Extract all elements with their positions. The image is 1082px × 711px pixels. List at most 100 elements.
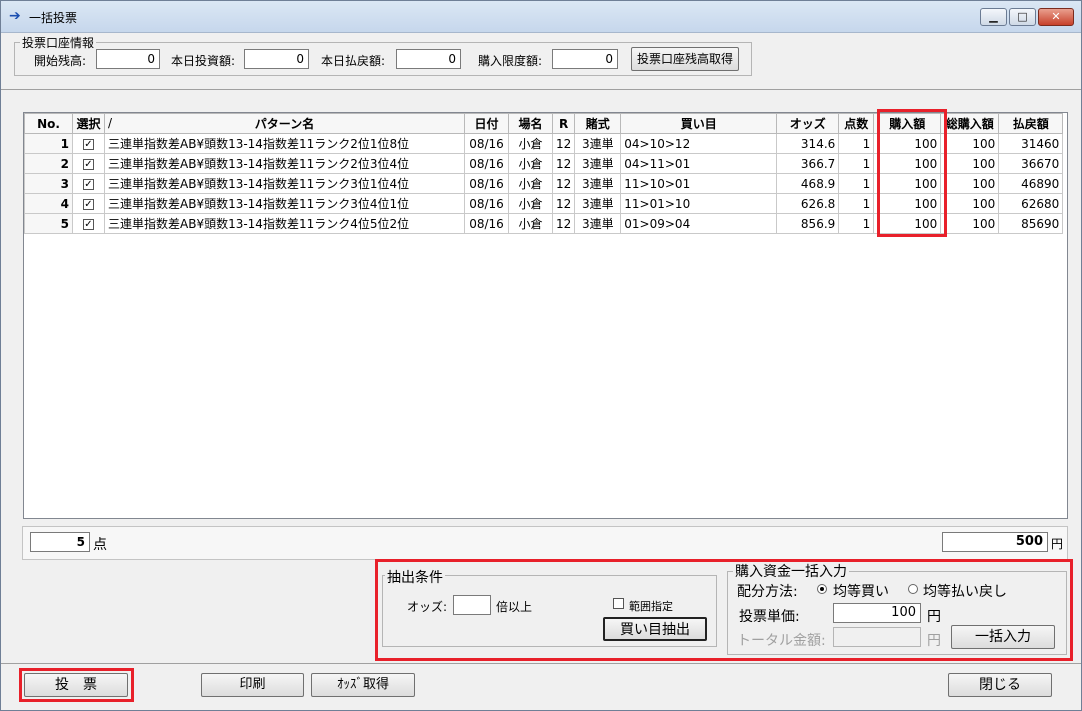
row-no: 5 [24, 213, 73, 234]
header-no[interactable]: No. [24, 113, 73, 134]
today-payout-field[interactable]: 0 [396, 49, 461, 69]
bet-grid[interactable]: No. 選択 / パターン名 日付 場名 R 賭式 買い目 オッズ 点数 購入額… [23, 112, 1068, 519]
header-odds[interactable]: オッズ [776, 113, 840, 134]
header-race[interactable]: R [551, 113, 576, 134]
row-select-checkbox[interactable]: ✓ [83, 218, 94, 230]
count-field: 5 [30, 532, 90, 552]
vote-button[interactable]: 投 票 [24, 673, 128, 697]
row-combo: 11>01>10 [620, 193, 778, 214]
equal-buy-radio[interactable] [817, 584, 827, 594]
total-unit: 円 [1051, 537, 1064, 551]
fetch-odds-button[interactable]: ｵｯｽﾞ取得 [311, 673, 415, 697]
row-no: 3 [24, 173, 73, 194]
row-select-cell[interactable]: ✓ [72, 153, 105, 174]
header-pattern[interactable]: / パターン名 [104, 113, 465, 134]
table-row[interactable]: 4 ✓ 三連単指数差AB¥頭数13-14指数差11ランク3位4位1位 08/16… [24, 193, 1064, 214]
row-combo: 01>09>04 [620, 213, 778, 234]
start-balance-label: 開始残高: [34, 54, 87, 68]
row-points: 1 [838, 133, 875, 154]
bulk-input-label: 購入資金一括入力 [733, 561, 849, 581]
row-amount[interactable]: 100 [873, 193, 942, 214]
minimize-button[interactable]: ▁ [980, 8, 1007, 26]
row-bet-type: 3連単 [574, 133, 622, 154]
unit-price-label: 投票単価: [739, 609, 800, 625]
count-unit: 点 [93, 537, 107, 553]
table-row[interactable]: 5 ✓ 三連単指数差AB¥頭数13-14指数差11ランク4位5位2位 08/16… [24, 213, 1064, 234]
row-pattern: 三連単指数差AB¥頭数13-14指数差11ランク3位4位1位 [104, 193, 465, 214]
row-select-cell[interactable]: ✓ [72, 133, 105, 154]
row-select-checkbox[interactable]: ✓ [83, 158, 94, 170]
row-pattern: 三連単指数差AB¥頭数13-14指数差11ランク2位1位8位 [104, 133, 465, 154]
fetch-account-balance-button[interactable]: 投票口座残高取得 [631, 47, 739, 71]
table-row[interactable]: 1 ✓ 三連単指数差AB¥頭数13-14指数差11ランク2位1位8位 08/16… [24, 133, 1064, 154]
row-pattern: 三連単指数差AB¥頭数13-14指数差11ランク4位5位2位 [104, 213, 465, 234]
row-no: 1 [24, 133, 73, 154]
divider [1, 89, 1081, 90]
row-points: 1 [838, 213, 875, 234]
row-points: 1 [838, 173, 875, 194]
row-no: 2 [24, 153, 73, 174]
row-odds: 468.9 [776, 173, 840, 194]
header-points[interactable]: 点数 [838, 113, 875, 134]
close-window-button[interactable]: ✕ [1038, 8, 1074, 26]
row-combo: 04>11>01 [620, 153, 778, 174]
unit-price-input[interactable]: 100 [833, 603, 921, 623]
bulk-apply-button[interactable]: 一括入力 [951, 625, 1055, 649]
header-select[interactable]: 選択 [72, 113, 105, 134]
total-amount-input [833, 627, 921, 647]
row-amount[interactable]: 100 [873, 153, 942, 174]
row-bet-type: 3連単 [574, 153, 622, 174]
today-invest-field[interactable]: 0 [244, 49, 309, 69]
row-payout: 31460 [998, 133, 1064, 154]
header-total-amount[interactable]: 総購入額 [940, 113, 1000, 134]
extract-conditions-label: 抽出条件 [385, 567, 445, 587]
header-venue[interactable]: 場名 [508, 113, 553, 134]
header-payout[interactable]: 払戻額 [998, 113, 1064, 134]
extract-combos-button[interactable]: 買い目抽出 [603, 617, 707, 641]
equal-payout-label: 均等払い戻し [923, 584, 1007, 600]
purchase-limit-label: 購入限度額: [478, 54, 543, 68]
print-button[interactable]: 印刷 [201, 673, 304, 697]
row-payout: 85690 [998, 213, 1064, 234]
total-amount-unit: 円 [927, 633, 941, 649]
title-bar[interactable]: ➔ 一括投票 ▁ □ ✕ [1, 1, 1081, 33]
row-select-cell[interactable]: ✓ [72, 173, 105, 194]
row-amount[interactable]: 100 [873, 213, 942, 234]
purchase-limit-field[interactable]: 0 [552, 49, 618, 69]
total-amount-label: トータル金額: [737, 633, 826, 649]
table-row[interactable]: 2 ✓ 三連単指数差AB¥頭数13-14指数差11ランク2位3位4位 08/16… [24, 153, 1064, 174]
row-select-checkbox[interactable]: ✓ [83, 138, 94, 150]
row-select-checkbox[interactable]: ✓ [83, 178, 94, 190]
row-select-cell[interactable]: ✓ [72, 193, 105, 214]
row-race: 12 [551, 213, 576, 234]
divider [1, 663, 1081, 664]
equal-payout-radio[interactable] [908, 584, 918, 594]
row-odds: 626.8 [776, 193, 840, 214]
maximize-button[interactable]: □ [1009, 8, 1036, 26]
table-row[interactable]: 3 ✓ 三連単指数差AB¥頭数13-14指数差11ランク3位1位4位 08/16… [24, 173, 1064, 194]
row-date: 08/16 [464, 133, 509, 154]
header-slash: / [108, 116, 113, 130]
header-date[interactable]: 日付 [464, 113, 509, 134]
bulk-vote-window: ➔ 一括投票 ▁ □ ✕ 投票口座情報 開始残高: 0 本日投資額: 0 本日払… [0, 0, 1082, 711]
row-payout: 62680 [998, 193, 1064, 214]
row-select-checkbox[interactable]: ✓ [83, 198, 94, 210]
row-date: 08/16 [464, 153, 509, 174]
row-select-cell[interactable]: ✓ [72, 213, 105, 234]
row-date: 08/16 [464, 213, 509, 234]
row-combo: 04>10>12 [620, 133, 778, 154]
start-balance-field[interactable]: 0 [96, 49, 160, 69]
range-checkbox[interactable] [613, 598, 624, 609]
header-bet-type[interactable]: 賭式 [574, 113, 622, 134]
close-button[interactable]: 閉じる [948, 673, 1052, 697]
row-date: 08/16 [464, 173, 509, 194]
odds-input[interactable] [453, 595, 491, 615]
row-payout: 36670 [998, 153, 1064, 174]
row-bet-type: 3連単 [574, 193, 622, 214]
row-amount[interactable]: 100 [873, 133, 942, 154]
header-combo[interactable]: 買い目 [620, 113, 778, 134]
row-amount[interactable]: 100 [873, 173, 942, 194]
window-title: 一括投票 [29, 11, 78, 25]
header-amount[interactable]: 購入額 [873, 113, 942, 134]
arrow-right-icon: ➔ [9, 8, 21, 24]
